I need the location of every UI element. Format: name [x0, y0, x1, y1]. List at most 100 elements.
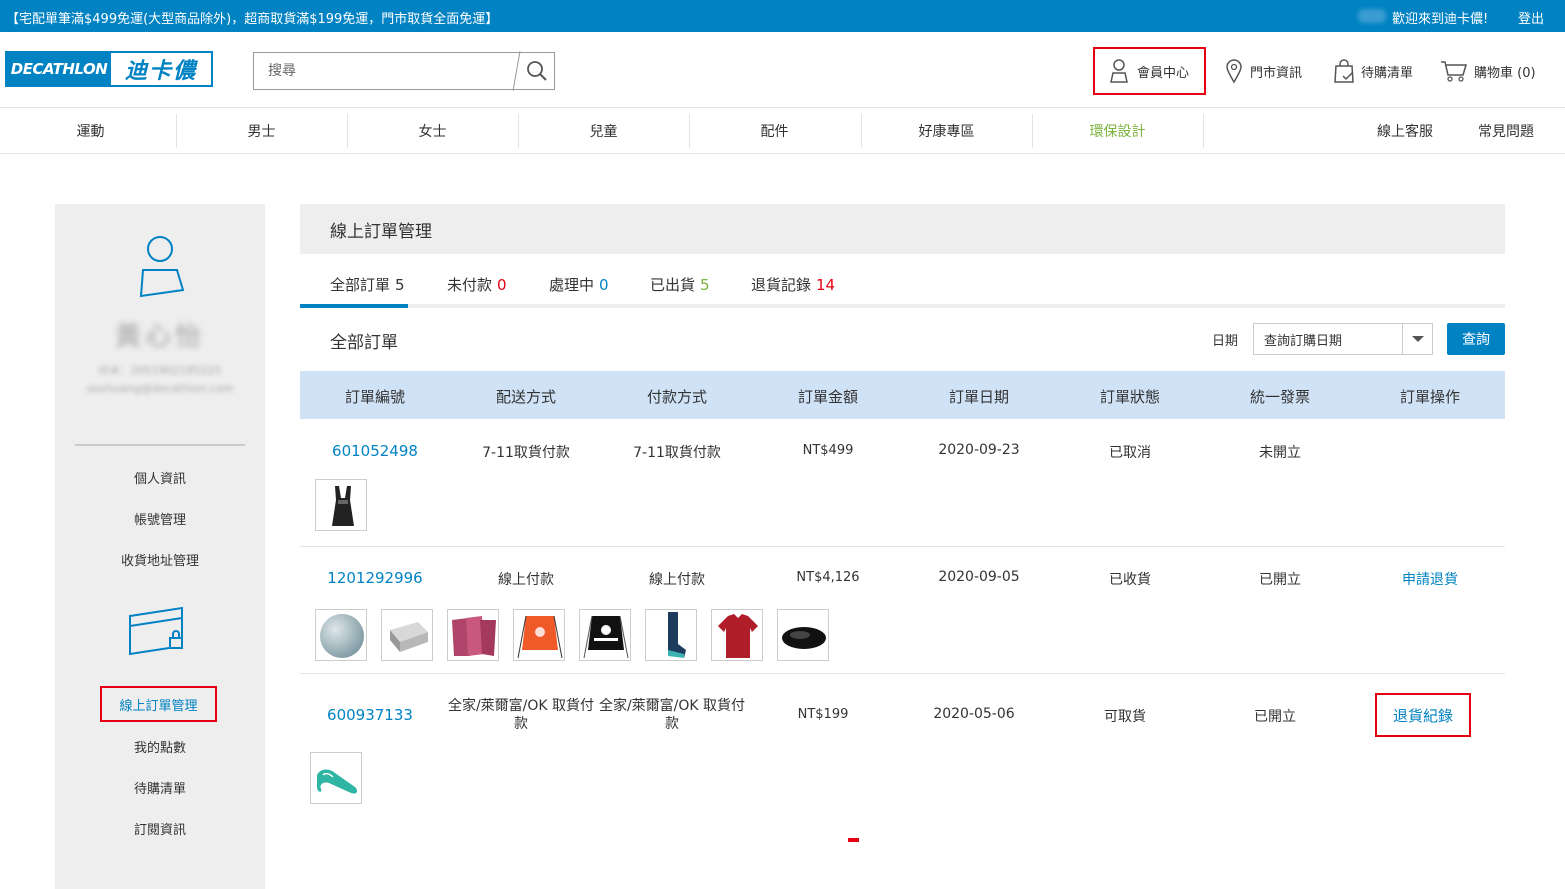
page-title: 線上訂單管理 — [300, 204, 1505, 254]
product-thumbnail[interactable] — [381, 609, 433, 661]
category-sports[interactable]: 運動 — [5, 114, 176, 148]
product-thumbnail[interactable] — [513, 609, 565, 661]
search-box — [253, 51, 555, 91]
chevron-down-icon[interactable] — [1402, 324, 1432, 354]
tab-label: 未付款 — [447, 276, 493, 294]
store-info-label: 門市資訊 — [1250, 65, 1303, 81]
sidebar-item-points[interactable]: 我的點數 — [55, 737, 265, 756]
logo-zh: 迪卡儂 — [124, 59, 197, 84]
table-row: 600937133 全家/萊爾富/OK 取貨付款 全家/萊爾富/OK 取貨付款 … — [300, 674, 1505, 834]
product-thumbnail[interactable] — [315, 479, 367, 531]
faq-link[interactable]: 常見問題 — [1478, 114, 1534, 148]
sidebar-item-subscription[interactable]: 訂閱資訊 — [55, 819, 265, 838]
col-invoice: 統一發票 — [1249, 388, 1310, 406]
product-thumbnail[interactable] — [315, 609, 367, 661]
order-status: 可取貨 — [1104, 709, 1146, 725]
online-service-link[interactable]: 線上客服 — [1377, 114, 1433, 148]
sidebar-item-online-orders[interactable]: 線上訂單管理 — [100, 686, 217, 722]
user-name: 黃心怡 — [114, 322, 205, 352]
category-eco-design[interactable]: 環保設計 — [1032, 114, 1203, 148]
wishlist-link[interactable]: 待購清單 — [1333, 47, 1413, 95]
product-thumbnail[interactable] — [579, 609, 631, 661]
drawstring-bag-orange-image — [517, 615, 563, 659]
user-id: ID#：2051902185225 — [98, 364, 222, 377]
product-thumbnail[interactable] — [777, 609, 829, 661]
tab-processing[interactable]: 處理中 0 — [549, 274, 609, 295]
tab-count: 5 — [700, 276, 710, 294]
location-pin-icon — [1226, 59, 1242, 84]
order-date: 2020-09-23 — [938, 442, 1020, 458]
sidebar-item-wishlist[interactable]: 待購清單 — [55, 778, 265, 797]
order-tabs: 全部訂單 5 未付款 0 處理中 0 已出貨 5 退貨記錄 14 — [300, 270, 1505, 308]
query-button[interactable]: 查詢 — [1447, 323, 1505, 355]
tab-returns[interactable]: 退貨記錄 14 — [751, 274, 835, 295]
order-date: 2020-09-05 — [938, 569, 1020, 585]
user-avatar-icon — [139, 236, 185, 298]
tab-count: 14 — [816, 276, 836, 294]
sidebar-item-account[interactable]: 帳號管理 — [55, 509, 265, 528]
date-select-value: 查詢訂購日期 — [1264, 333, 1343, 349]
table-header: 訂單編號 配送方式 付款方式 訂單金額 訂單日期 訂單狀態 統一發票 訂單操作 — [300, 371, 1505, 419]
request-return-link[interactable]: 申請退貨 — [1355, 569, 1505, 589]
shipping-method: 線上付款 — [498, 572, 554, 588]
invoice-status: 已開立 — [1254, 709, 1296, 725]
product-thumbnail[interactable] — [645, 609, 697, 661]
product-thumbnail[interactable] — [711, 609, 763, 661]
nav-divider — [1203, 114, 1204, 148]
tab-count: 0 — [599, 276, 609, 294]
promo-text: 【宅配單筆滿$499免運(大型商品除外)，超商取貨滿$199免運，門市取貨全面免… — [6, 12, 499, 27]
tab-label: 已出貨 — [650, 276, 696, 294]
wishlist-label: 待購清單 — [1361, 65, 1414, 81]
date-select[interactable]: 查詢訂購日期 — [1253, 323, 1433, 355]
user-email: ooxhuang@decathlon.com — [86, 382, 234, 395]
category-accessories[interactable]: 配件 — [689, 114, 860, 148]
category-kids[interactable]: 兒童 — [518, 114, 689, 148]
yoga-block-image — [390, 622, 428, 652]
member-center-label: 會員中心 — [1137, 65, 1190, 81]
product-thumbnail[interactable] — [447, 609, 499, 661]
category-deals[interactable]: 好康專區 — [861, 114, 1032, 148]
order-amount: NT$199 — [797, 707, 849, 722]
logout-link[interactable]: 登出 — [1518, 8, 1544, 27]
sidebar-divider — [75, 444, 245, 446]
product-thumbnails — [310, 752, 362, 804]
balance-cushion-image — [782, 627, 826, 649]
store-info-link[interactable]: 門市資訊 — [1224, 47, 1302, 95]
category-men[interactable]: 男士 — [176, 114, 347, 148]
cart-icon — [1441, 61, 1468, 82]
product-thumbnails — [315, 609, 829, 661]
search-icon[interactable] — [526, 60, 548, 82]
order-id-link[interactable]: 600937133 — [295, 706, 445, 724]
return-record-link[interactable]: 退貨紀錄 — [1375, 693, 1471, 737]
sidebar-item-address[interactable]: 收貨地址管理 — [55, 550, 265, 569]
sock-image — [668, 612, 686, 658]
tab-all-orders[interactable]: 全部訂單 5 — [330, 274, 405, 295]
product-thumbnail[interactable] — [310, 752, 362, 804]
order-id-link[interactable]: 1201292996 — [300, 569, 450, 587]
order-date: 2020-05-06 — [933, 706, 1015, 722]
tshirt-image — [718, 614, 758, 658]
invoice-status: 未開立 — [1259, 445, 1301, 461]
tab-label: 退貨記錄 — [751, 276, 812, 294]
search-input[interactable] — [254, 53, 516, 89]
cart-link[interactable]: 購物車 (0) — [1440, 47, 1536, 95]
order-id-link[interactable]: 601052498 — [300, 442, 450, 460]
user-info: ID#：2051902185225 ooxhuang@decathlon.com — [73, 362, 247, 398]
table-row: 601052498 7-11取貨付款 7-11取貨付款 NT$499 2020-… — [300, 419, 1505, 547]
tab-shipped[interactable]: 已出貨 5 — [650, 274, 710, 295]
payment-method: 全家/萊爾富/OK 取貨付款 — [598, 698, 746, 732]
member-center-link[interactable]: 會員中心 — [1093, 47, 1206, 95]
order-status: 已取消 — [1109, 445, 1151, 461]
user-icon — [1110, 59, 1128, 83]
tab-unpaid[interactable]: 未付款 0 — [447, 274, 507, 295]
sidebar-item-profile[interactable]: 個人資訊 — [55, 468, 265, 487]
decathlon-logo[interactable]: DECATHLON 迪卡儂 — [5, 51, 213, 87]
product-thumbnails — [315, 479, 367, 531]
table-row: 1201292996 線上付款 線上付款 NT$4,126 2020-09-05… — [300, 547, 1505, 674]
invoice-status: 已開立 — [1259, 572, 1301, 588]
col-actions: 訂單操作 — [1399, 388, 1460, 406]
drawstring-bag-black-image — [583, 615, 629, 659]
pagination-indicator[interactable] — [848, 838, 859, 842]
category-women[interactable]: 女士 — [347, 114, 518, 148]
order-status: 已收貨 — [1109, 572, 1151, 588]
